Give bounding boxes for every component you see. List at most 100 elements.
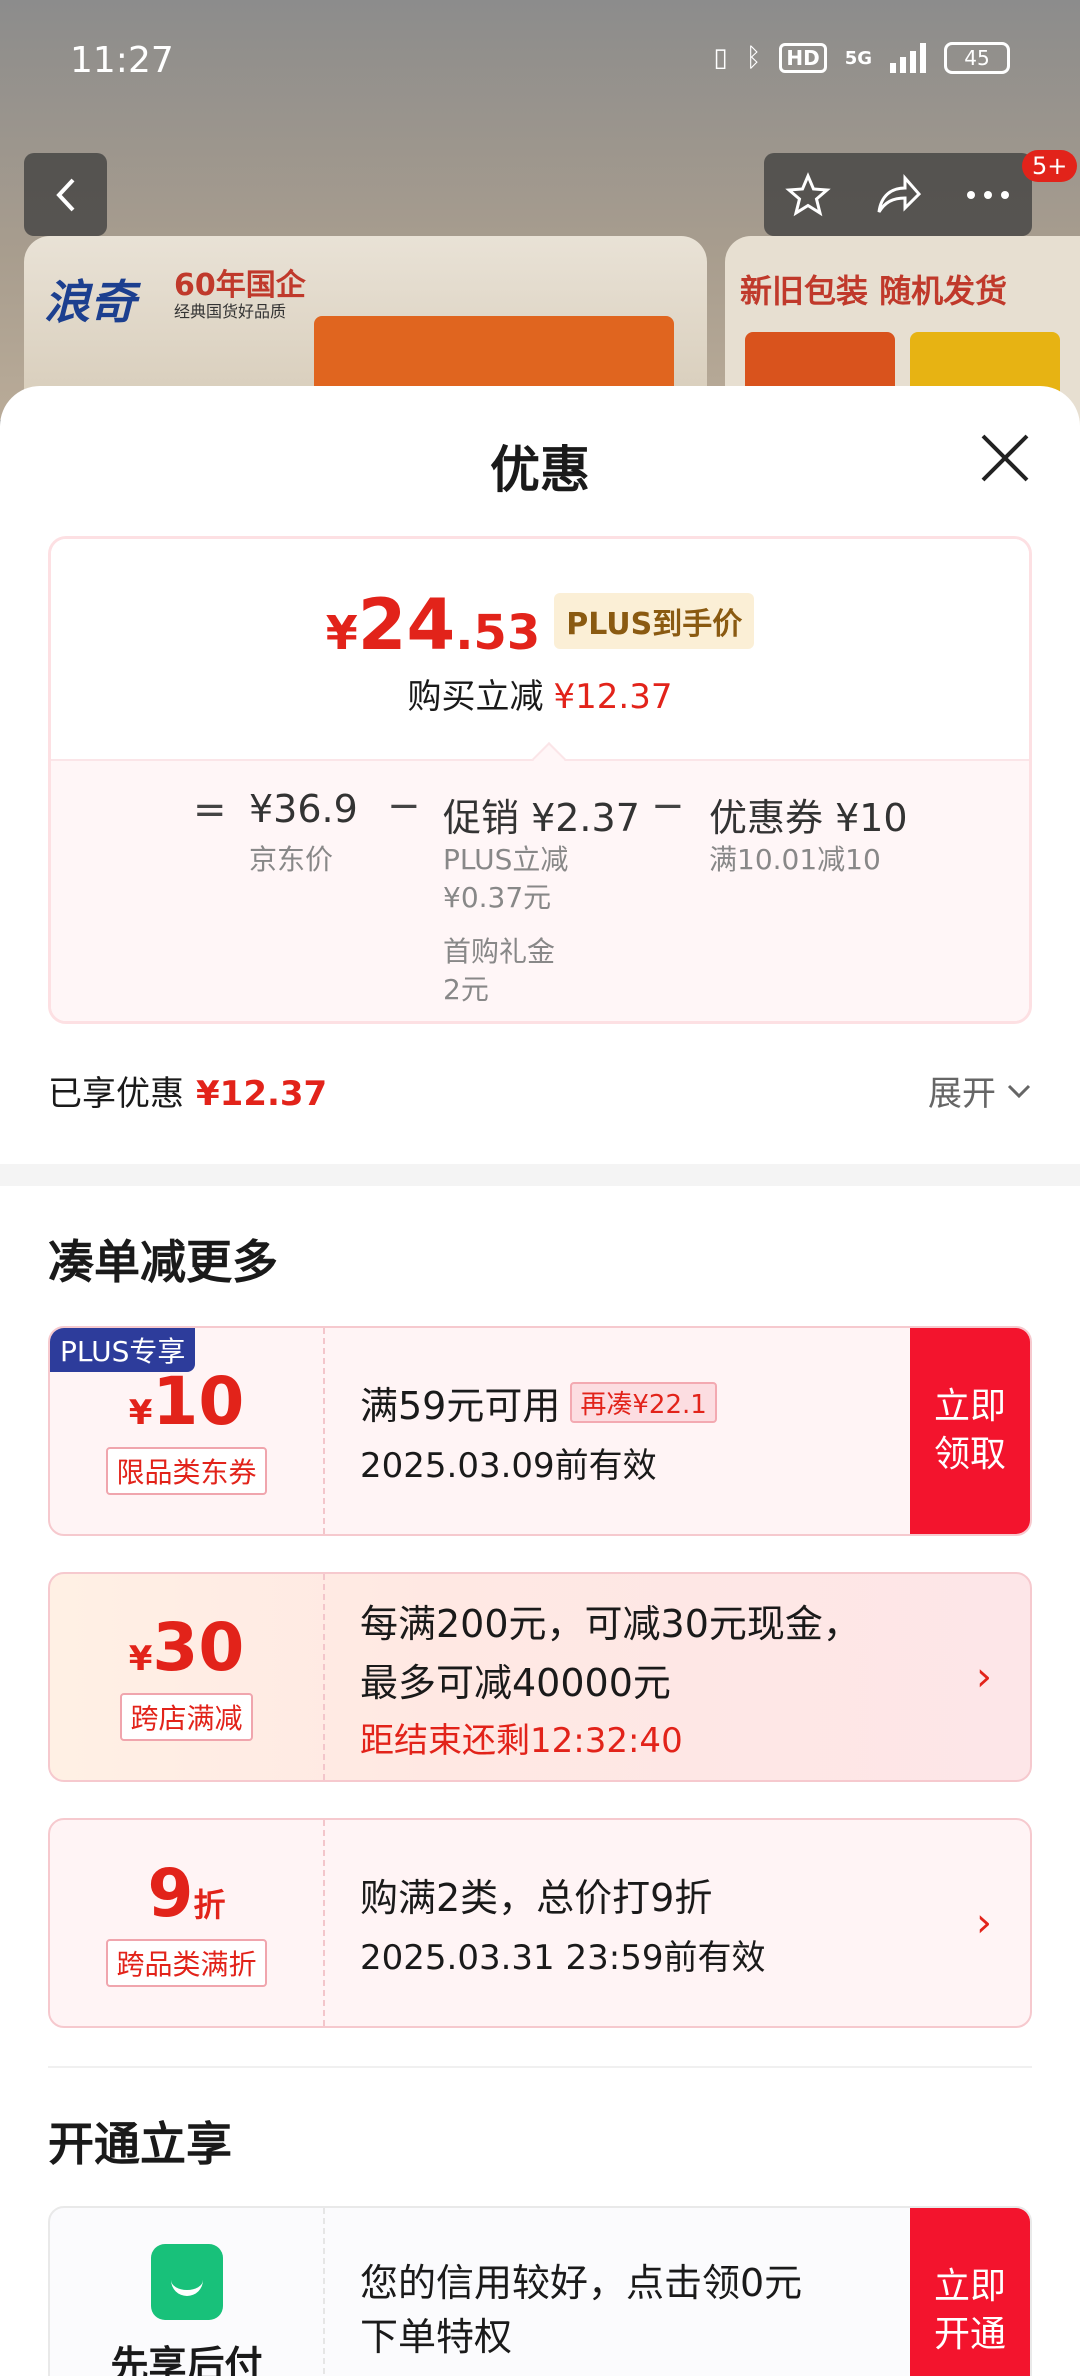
more-icon[interactable] [965, 189, 1011, 201]
coupon-rule: 每满200元，可减30元现金， [360, 1601, 861, 1646]
coupon-amount: 优惠券 ¥10 [709, 796, 908, 840]
jd-price-label: 京东价 [249, 843, 334, 876]
pay-later-details: 您的信用较好，点击领0元 下单特权 [360, 2256, 802, 2364]
price-summary-top: ¥ 24 .53 PLUS到手价 购买立减 ¥12.37 [51, 539, 1029, 759]
coupon-countdown: 距结束还剩12:32:40 [360, 1720, 683, 1761]
coupon-kind: 跨品类满折 [106, 1939, 267, 1987]
coupon-unit: 折 [193, 1886, 226, 1924]
coupon-amount-value: 30 [152, 1609, 245, 1686]
coupon-value-area: ¥ 10 限品类东券 [50, 1328, 325, 1534]
discount-sheet: 优惠 ¥ 24 .53 PLUS到手价 购买立减 ¥12.37 = ¥36.9 京… [0, 386, 1080, 2376]
chevron-down-icon [1007, 1084, 1031, 1098]
coupon-validity: 2025.03.31 23:59前有效 [360, 1938, 766, 1978]
expand-label: 展开 [928, 1074, 996, 1114]
favorite-star-icon[interactable] [785, 171, 831, 218]
coupon-category-discount[interactable]: 9 折 跨品类满折 购满2类，总价打9折 2025.03.31 23:59前有效… [48, 1818, 1032, 2028]
thin-divider [48, 2066, 1032, 2068]
instant-discount: 购买立减 ¥12.37 [51, 669, 1029, 718]
coupon-gap-tag: 再凑¥22.1 [570, 1382, 717, 1423]
coupon-max: 最多可减40000元 [360, 1660, 671, 1705]
notification-badge: 5+ [1022, 150, 1078, 182]
coupon-rule: 购满2类，总价打9折 [360, 1876, 713, 1920]
minus-sign-1: − [387, 783, 421, 829]
shopping-bag-icon [150, 2244, 223, 2320]
vibrate-icon: ▯ [713, 43, 728, 73]
coupon-kind: 跨店满减 [120, 1693, 253, 1741]
promo-amount: 促销 ¥2.37 [443, 796, 640, 840]
promo-gift-value: 2元 [443, 973, 489, 1006]
price-summary-card: ¥ 24 .53 PLUS到手价 购买立减 ¥12.37 = ¥36.9 京东价 … [48, 536, 1032, 1024]
coupon-condition: 满10.01减10 [709, 843, 881, 876]
network-label: 5G [844, 47, 872, 69]
coupon-value: 9 折 [148, 1859, 226, 1929]
open-section-title: 开通立享 [48, 2117, 232, 2171]
pay-later-brand: 先享后付 [50, 2208, 325, 2376]
top-action-group [764, 153, 1032, 236]
coupon-amount-value: 9 [147, 1855, 194, 1932]
back-button[interactable] [24, 153, 107, 236]
minus-sign-2: − [651, 783, 685, 829]
chevron-right-icon: › [976, 1654, 992, 1700]
price-currency: ¥ [325, 606, 358, 660]
status-time: 11:27 [70, 40, 174, 81]
expand-button[interactable]: 展开 [928, 1066, 1032, 1115]
enjoyed-value: ¥12.37 [196, 1074, 328, 1114]
coupon-validity: 2025.03.09前有效 [360, 1446, 657, 1486]
battery-icon: 45 [944, 42, 1010, 74]
more-section-title: 凑单减更多 [48, 1235, 278, 1289]
chevron-right-icon: › [976, 1900, 992, 1946]
promo-plus-value: ¥0.37元 [443, 881, 552, 914]
pay-later-card: 先享后付 您的信用较好，点击领0元 下单特权 立即开通 [48, 2206, 1032, 2376]
coupon-value: ¥ 30 [129, 1613, 245, 1683]
coupon-cross-store[interactable]: ¥ 30 跨店满减 每满200元，可减30元现金， 最多可减40000元 距结束… [48, 1572, 1032, 1782]
open-now-label: 立即开通 [933, 2266, 1006, 2355]
coupon-details: 满59元可用 再凑¥22.1 2025.03.09前有效 [360, 1328, 717, 1534]
coupon-condition: 满59元可用 [360, 1384, 561, 1428]
instant-label: 购买立减 [407, 677, 544, 717]
brand-logo: 浪奇 [44, 275, 136, 329]
instant-value: ¥12.37 [553, 677, 673, 717]
equals-sign: = [193, 787, 227, 833]
final-price-row: ¥ 24 .53 PLUS到手价 [51, 589, 1029, 661]
pay-later-line1: 您的信用较好，点击领0元 [360, 2261, 803, 2305]
bluetooth-icon: ᛒ [745, 43, 762, 73]
coupon-value: ¥ 10 [129, 1367, 245, 1437]
signal-icon [890, 43, 926, 73]
coupon-value-area: ¥ 30 跨店满减 [50, 1574, 325, 1780]
status-icons: ▯ ᛒ HD 5G 45 [713, 42, 1010, 74]
pay-later-name: 先享后付 [110, 2343, 263, 2376]
coupon-currency: ¥ [128, 1393, 153, 1433]
sheet-title: 优惠 [490, 441, 590, 499]
enjoyed-label: 已享优惠 [48, 1074, 184, 1114]
promo-plus-label: PLUS立减 [443, 843, 569, 876]
chevron-left-icon [55, 178, 74, 211]
final-price: ¥ 24 .53 [326, 589, 540, 661]
coupon-plus: PLUS专享 ¥ 10 限品类东券 满59元可用 再凑¥22.1 2025.03… [48, 1326, 1032, 1536]
coupon-details: 每满200元，可减30元现金， 最多可减40000元 距结束还剩12:32:40 [360, 1574, 861, 1780]
coupon-amount-value: 10 [152, 1363, 245, 1440]
packaging-notice: 新旧包装 随机发货 [740, 272, 1008, 310]
price-breakdown: = ¥36.9 京东价 − 促销 ¥2.37 PLUS立减 ¥0.37元 首购礼… [51, 759, 1029, 1021]
coupon-line1: 满59元可用 再凑¥22.1 [360, 1375, 717, 1430]
share-icon[interactable] [873, 172, 923, 218]
promo-gift-label: 首购礼金 [443, 935, 556, 968]
jd-price: ¥36.9 [249, 787, 358, 831]
claim-label: 立即领取 [933, 1386, 1006, 1475]
price-integer: 24 [357, 584, 456, 666]
open-now-button[interactable]: 立即开通 [910, 2208, 1030, 2376]
price-decimal: .53 [455, 605, 541, 661]
plus-price-tag: PLUS到手价 [554, 593, 755, 649]
coupon-kind: 限品类东券 [106, 1447, 267, 1495]
battery-level: 45 [964, 46, 990, 70]
claim-coupon-button[interactable]: 立即领取 [910, 1328, 1030, 1534]
enjoyed-discount: 已享优惠 ¥12.37 [48, 1066, 327, 1115]
coupon-value-area: 9 折 跨品类满折 [50, 1820, 325, 2026]
hd-icon: HD [779, 43, 827, 73]
status-bar: 11:27 ▯ ᛒ HD 5G 45 [0, 0, 1080, 130]
brand-tagline: 经典国货好品质 [174, 302, 287, 321]
coupon-currency: ¥ [128, 1639, 153, 1679]
pay-later-line2: 下单特权 [360, 2315, 513, 2359]
close-icon[interactable] [975, 428, 1035, 488]
coupon-details: 购满2类，总价打9折 2025.03.31 23:59前有效 [360, 1820, 765, 2026]
section-divider [0, 1164, 1080, 1186]
